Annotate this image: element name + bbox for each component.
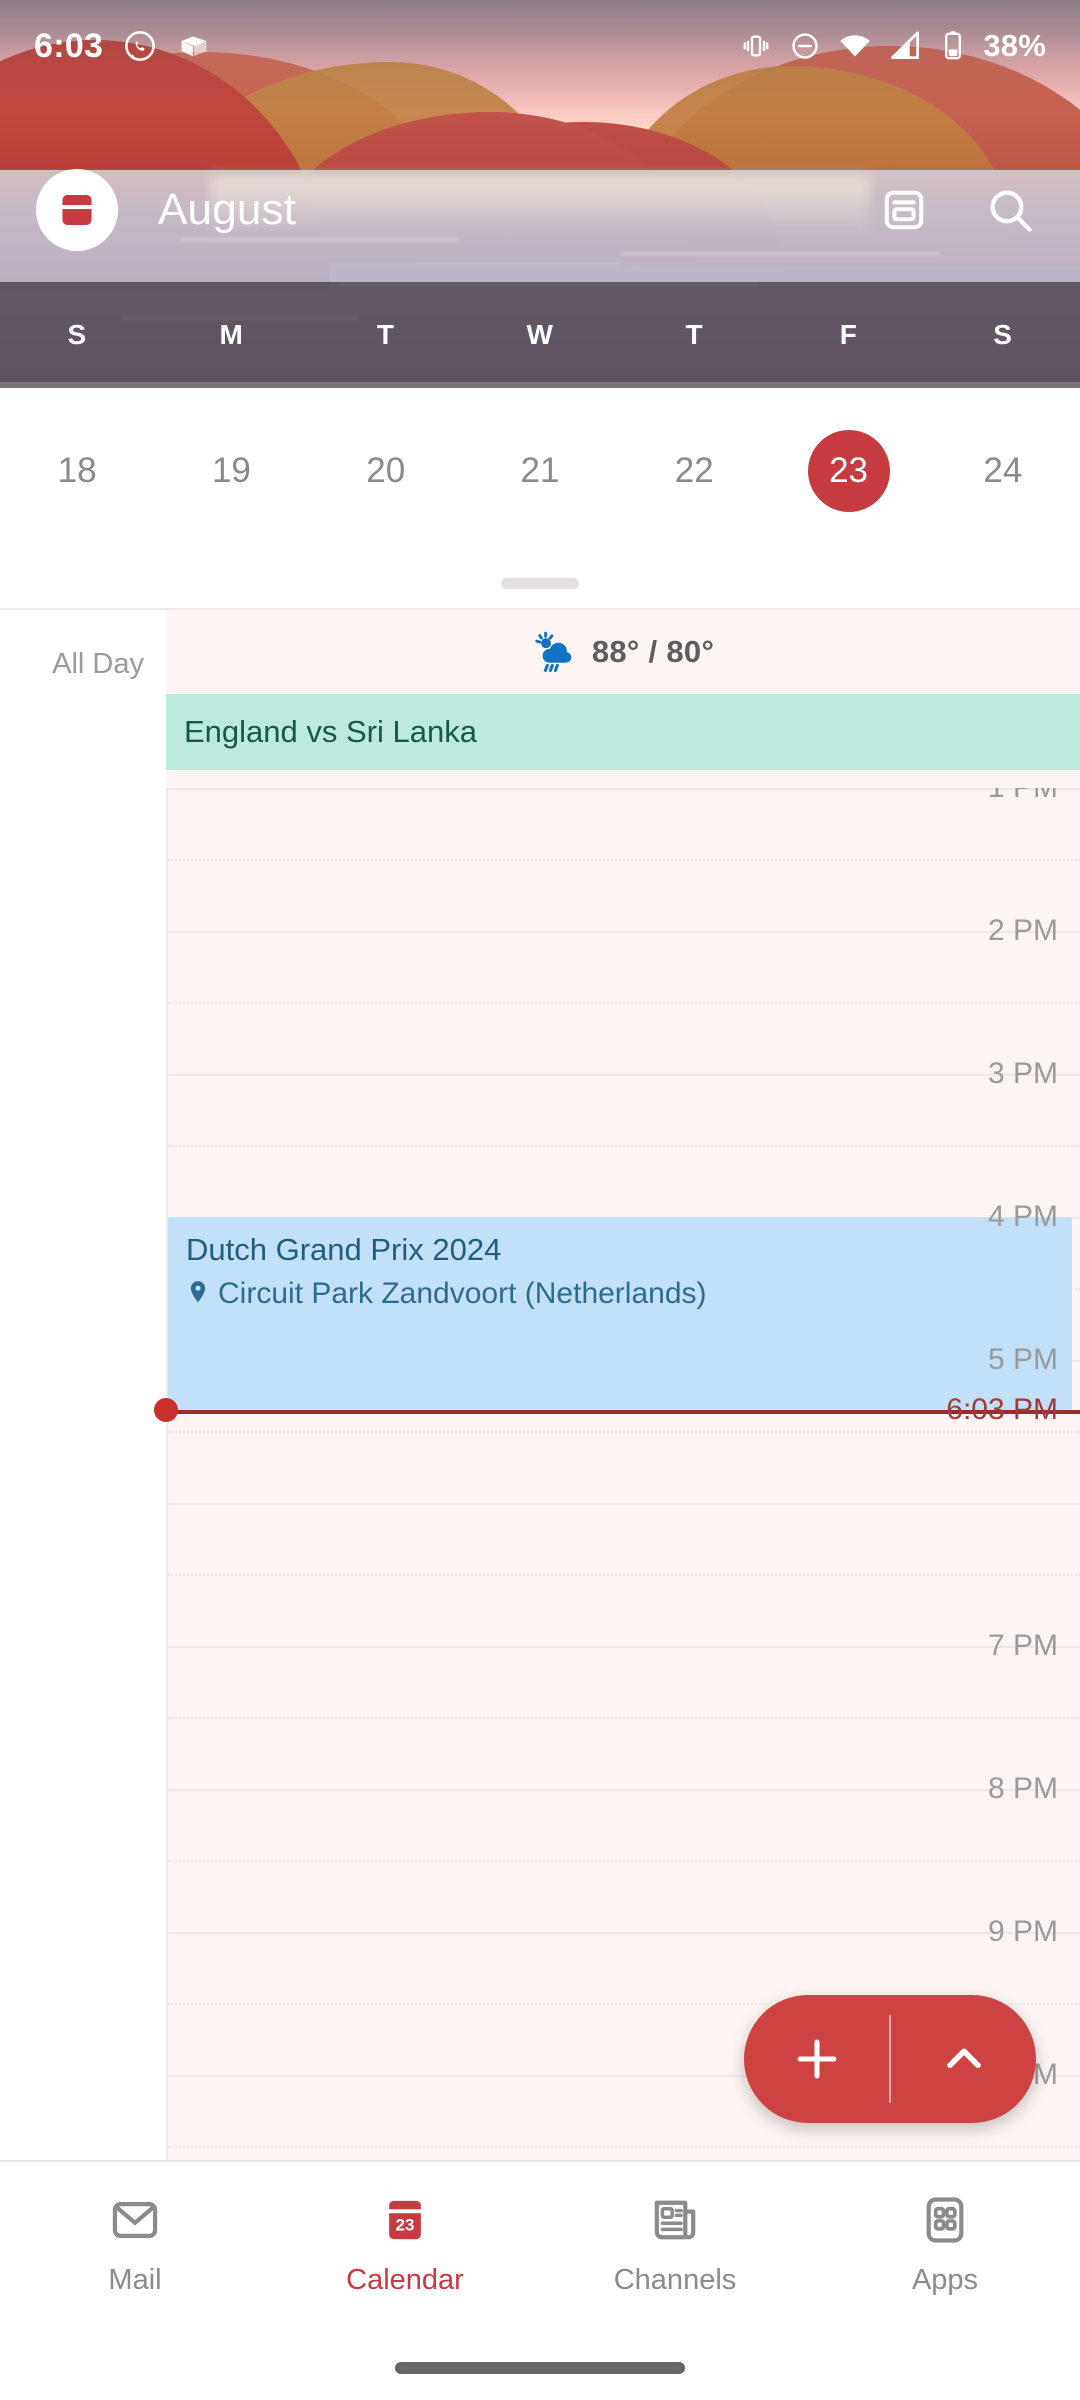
app-bar: August [0,150,1080,270]
nav-item-mail[interactable]: Mail [0,2192,270,2297]
nav-label-apps: Apps [911,2263,979,2296]
day-grid-column[interactable]: Dutch Grand Prix 2024 Circuit Park Zandv… [166,788,1080,2162]
date-cell-21[interactable]: 21 [463,388,617,512]
calendar-expand-handle[interactable] [501,578,579,589]
half-hour-gridline [168,1145,1080,1147]
date-number: 22 [674,451,714,490]
hour-label: 3 PM [987,1057,1058,1090]
apps-grid-icon [926,2196,964,2243]
half-hour-gridline [168,1002,1080,1004]
current-time-label: 6:03 PM [946,1393,1058,1426]
event-title: Dutch Grand Prix 2024 [186,1232,502,1267]
half-hour-gridline [168,2146,1080,2148]
date-number: 21 [520,451,560,490]
chevron-up-icon [946,2048,981,2069]
week-date-row: 18 19 20 21 22 23 24 [0,388,1080,600]
date-number-selected: 23 [807,430,890,512]
nav-label-mail: Mail [108,2263,162,2296]
plus-icon [797,2039,836,2079]
half-hour-gridline [168,1860,1080,1862]
weekday-label: T [685,319,704,350]
channels-icon [654,2200,696,2239]
day-view-icon[interactable] [880,186,928,234]
all-day-label: All Day [52,648,144,680]
calendar-event-dutch-grand-prix[interactable]: Dutch Grand Prix 2024 Circuit Park Zandv… [168,1217,1072,1412]
date-number: 24 [983,451,1023,490]
half-hour-gridline [168,1574,1080,1576]
vibrate-icon [743,35,769,57]
cellular-signal-icon [891,31,920,59]
nav-item-channels[interactable]: Channels [540,2192,810,2297]
weekday-label: M [219,319,244,350]
weekday-label: S [67,319,87,350]
date-cell-23-selected[interactable]: 23 [771,388,925,512]
hour-label: 5 PM [987,1343,1058,1376]
nav-item-apps[interactable]: Apps [810,2192,1080,2297]
weather-row[interactable]: 88° / 80° [166,610,1080,694]
floating-action-button[interactable] [744,1995,1036,2123]
calendar-icon: 23 [387,2200,423,2239]
weekday-label: F [839,319,858,350]
status-bar-right: 38% [740,28,1046,64]
search-icon[interactable] [984,184,1036,236]
page-title: August [158,185,297,234]
map-pin-icon [190,1281,206,1303]
mail-icon [112,2201,158,2238]
hour-label: 9 PM [987,1915,1058,1948]
half-hour-gridline [168,859,1080,861]
half-hour-gridline [168,1431,1080,1433]
package-icon [181,36,207,57]
fab-add-button[interactable] [744,1995,889,2123]
battery-percent: 38% [983,28,1046,63]
hour-label: 4 PM [987,1200,1058,1233]
nav-label-calendar: Calendar [346,2263,464,2296]
status-clock: 6:03 [34,26,104,65]
date-number: 18 [57,451,97,490]
date-cell-18[interactable]: 18 [0,388,154,512]
date-number: 20 [366,451,406,490]
event-location-text: Circuit Park Zandvoort (Netherlands) [218,1276,707,1310]
current-time-dot [154,1398,178,1422]
fab-expand-button[interactable] [891,1995,1036,2123]
battery-icon [945,31,962,60]
do-not-disturb-icon [792,33,819,59]
nav-item-calendar[interactable]: 23 Calendar [270,2192,540,2297]
all-day-event[interactable]: England vs Sri Lanka [166,694,1080,770]
phone-screen: 6:03 38% August S M T W T F S 18 19 20 2… [0,0,1080,2400]
status-bar: 6:03 38% [0,0,1080,92]
nav-label-channels: Channels [613,2263,737,2296]
half-hour-gridline [168,1717,1080,1719]
hour-label: 8 PM [987,1772,1058,1805]
weather-temperature: 88° / 80° [591,634,715,669]
whatsapp-icon [125,31,156,61]
all-day-event-title: England vs Sri Lanka [184,714,477,749]
event-location: Circuit Park Zandvoort (Netherlands) [186,1274,1072,1313]
bottom-navigation: Mail 23 Calendar Channels Apps [0,2160,1080,2326]
hour-gridline [168,1503,1080,1505]
all-day-section: All Day 88° / 80° England vs Sri Lanka [0,608,1080,790]
date-cell-22[interactable]: 22 [617,388,771,512]
hour-label: 7 PM [987,1629,1058,1662]
day-grid[interactable]: Dutch Grand Prix 2024 Circuit Park Zandv… [0,788,1080,2162]
hour-label: 2 PM [987,914,1058,947]
app-bar-actions [880,184,1036,236]
weekday-header-row: S M T W T F S [0,282,1080,388]
weekday-label: T [376,319,395,350]
date-number: 19 [211,451,251,490]
weekday-label: W [526,319,554,350]
date-cell-20[interactable]: 20 [309,388,463,512]
date-cell-19[interactable]: 19 [154,388,308,512]
svg-text:23: 23 [396,2215,415,2234]
status-bar-left: 6:03 [34,27,211,66]
weekday-label: S [993,319,1013,350]
wifi-icon [840,35,871,57]
calendar-avatar-icon[interactable] [36,169,118,251]
all-day-content: 88° / 80° England vs Sri Lanka [166,610,1080,790]
sun-rain-cloud-icon [535,631,572,672]
calendar-glyph-icon [60,195,94,225]
gesture-navigation-bar[interactable] [395,2362,685,2374]
hour-label: 1 PM [898,788,1058,805]
date-cell-24[interactable]: 24 [926,388,1080,512]
